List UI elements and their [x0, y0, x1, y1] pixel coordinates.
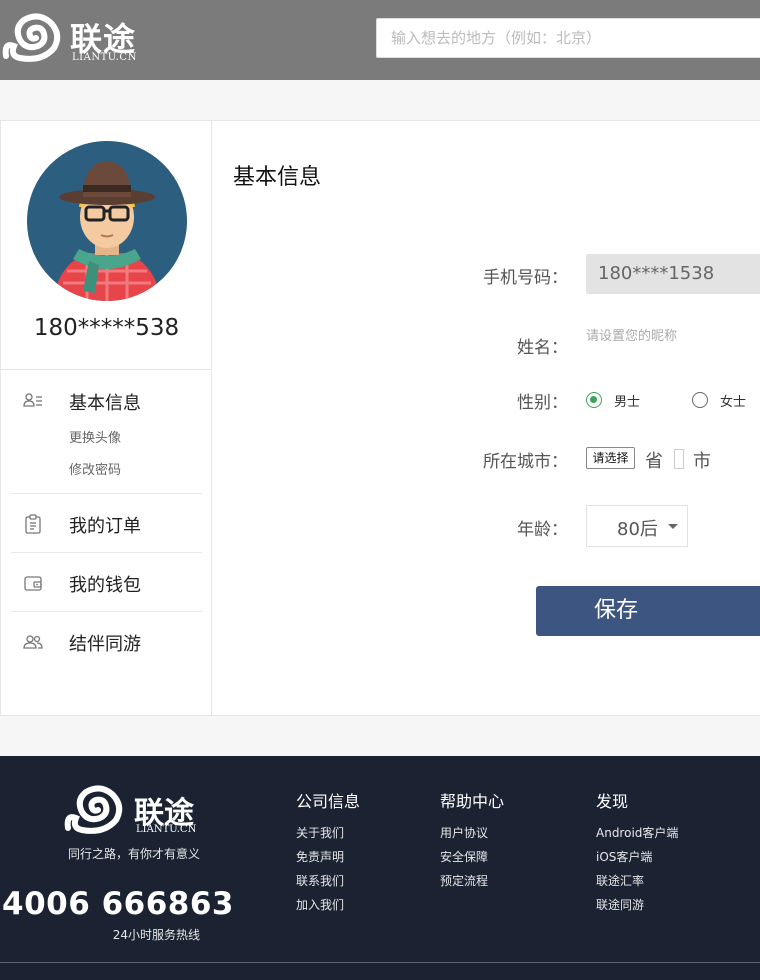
footer-link[interactable]: Android客户端: [596, 824, 678, 841]
divider: [11, 493, 202, 494]
footer-link[interactable]: 安全保障: [440, 848, 488, 865]
change-password-link[interactable]: 修改密码: [69, 459, 121, 478]
avatar[interactable]: [27, 141, 187, 301]
caret-down-icon: [668, 524, 678, 529]
city-select[interactable]: [674, 449, 684, 469]
footer-column-title: 帮助中心: [440, 792, 505, 811]
footer-link[interactable]: 免责声明: [296, 848, 344, 865]
city-label: 所在城市：: [483, 452, 568, 472]
account-sidebar: 180*****538 基本信息 更换头像 修改密码 我的订单 我的钱包 结伴同…: [1, 121, 212, 715]
hotline-label: 24小时服务热线: [112, 928, 200, 942]
sidebar-item-label: 我的订单: [69, 516, 141, 537]
divider: [11, 611, 202, 612]
footer-divider: [0, 962, 760, 963]
gender-female-radio[interactable]: [692, 392, 708, 408]
divider: [11, 552, 202, 553]
footer-column-title: 公司信息: [296, 792, 361, 811]
site-logo[interactable]: 联途 LIANTU.CN: [0, 10, 140, 68]
nickname-input[interactable]: 请设置您的昵称: [586, 325, 760, 347]
gender-male-radio[interactable]: [586, 392, 602, 408]
sidebar-item-basic-info[interactable]: 基本信息: [11, 389, 202, 414]
user-list-icon: [23, 393, 42, 407]
sidebar-item-label: 结伴同游: [69, 634, 141, 655]
sidebar-item-label: 我的钱包: [69, 575, 141, 596]
age-value: 80后: [617, 519, 658, 540]
snail-logo-icon: [64, 785, 123, 834]
destination-search-input[interactable]: 输入想去的地方（例如：北京）: [376, 18, 760, 58]
footer-link[interactable]: 预定流程: [440, 872, 488, 889]
province-suffix: 省: [645, 451, 663, 472]
phone-field: 180****1538: [586, 254, 760, 294]
sidebar-item-wallet[interactable]: 我的钱包: [11, 571, 202, 596]
users-icon: [23, 635, 43, 649]
hotline-number: 4006 666863: [2, 886, 234, 922]
gender-male-label: 男士: [614, 395, 641, 410]
footer-logo[interactable]: 联途 LIANTU.CN: [62, 782, 212, 838]
change-avatar-link[interactable]: 更换头像: [69, 427, 121, 446]
footer-link[interactable]: iOS客户端: [596, 848, 652, 865]
avatar-illustration-icon: [27, 141, 187, 301]
footer-column-title: 发现: [596, 792, 629, 811]
gender-female-label: 女士: [720, 395, 747, 410]
page-title: 基本信息: [233, 165, 322, 190]
sidebar-item-orders[interactable]: 我的订单: [11, 512, 202, 537]
account-username: 180*****538: [33, 315, 180, 341]
sidebar-item-label: 基本信息: [69, 393, 141, 414]
city-suffix: 市: [693, 451, 711, 472]
phone-label: 手机号码：: [483, 268, 568, 288]
basic-info-form: 基本信息 手机号码： 180****1538 姓名： 请设置您的昵称 性别： 男…: [213, 121, 760, 715]
save-button[interactable]: 保存: [536, 586, 760, 636]
footer-slogan: 同行之路，有你才有意义: [67, 847, 200, 861]
sidebar-item-travel-partners[interactable]: 结伴同游: [11, 630, 202, 655]
footer-link[interactable]: 联途汇率: [596, 872, 644, 889]
site-footer: 联途 LIANTU.CN 同行之路，有你才有意义 4006 666863 24小…: [0, 756, 760, 980]
footer-link[interactable]: 关于我们: [296, 824, 344, 841]
age-select[interactable]: 80后: [586, 505, 688, 547]
footer-link[interactable]: 联系我们: [296, 872, 344, 889]
snail-logo-icon: [2, 13, 61, 62]
site-header: 联途 LIANTU.CN 输入想去的地方（例如：北京）: [0, 0, 760, 80]
name-label: 姓名：: [517, 338, 568, 358]
footer-link[interactable]: 加入我们: [296, 896, 344, 913]
footer-link[interactable]: 联途同游: [596, 896, 644, 913]
divider: [1, 369, 212, 370]
main-panel: 180*****538 基本信息 更换头像 修改密码 我的订单 我的钱包 结伴同…: [0, 120, 760, 716]
gender-label: 性别：: [517, 393, 568, 413]
age-label: 年龄：: [517, 520, 568, 540]
brand-domain: LIANTU.CN: [136, 824, 197, 835]
brand-domain: LIANTU.CN: [72, 52, 137, 63]
footer-link[interactable]: 用户协议: [440, 824, 488, 841]
wallet-icon: [24, 576, 42, 591]
province-select[interactable]: 请选择: [586, 447, 635, 469]
clipboard-icon: [25, 514, 41, 534]
